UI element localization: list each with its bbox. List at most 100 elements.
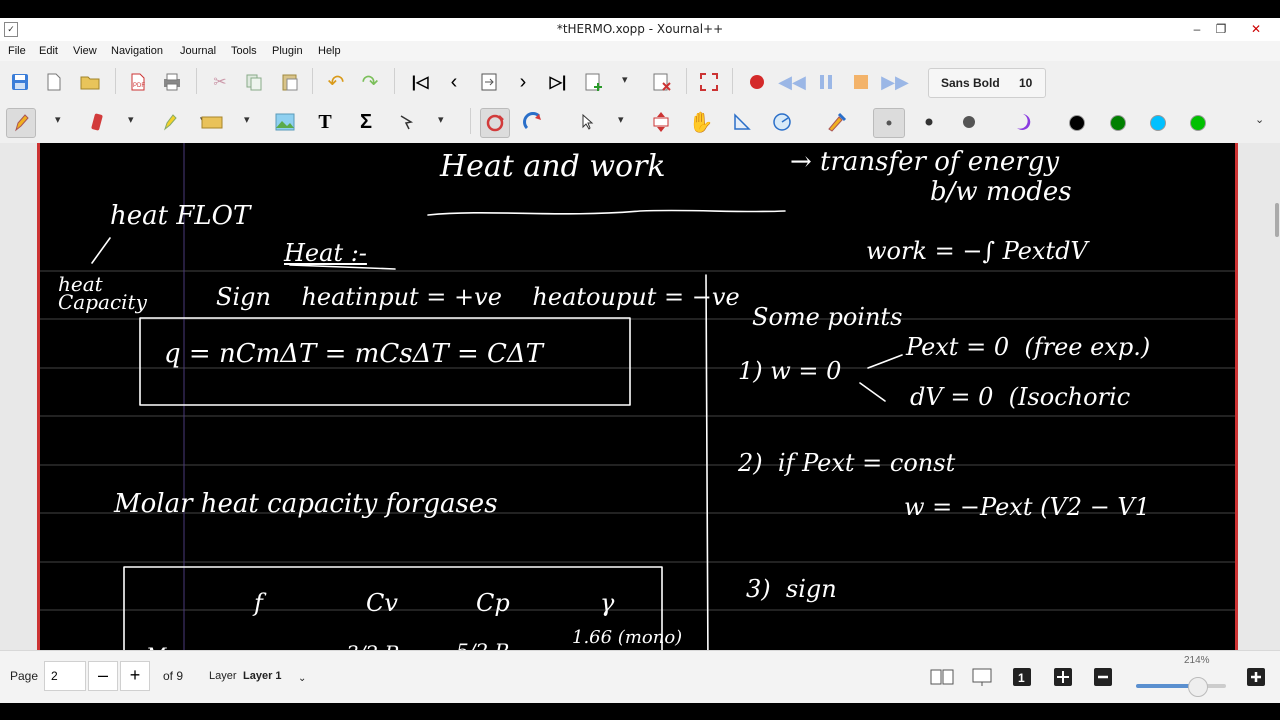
fullscreen-icon[interactable] <box>697 70 721 94</box>
hand-tool-icon[interactable]: ✋ <box>689 110 714 134</box>
zoom-in-icon[interactable] <box>1244 665 1268 689</box>
vertical-space-icon[interactable] <box>649 110 673 134</box>
menu-file[interactable]: File <box>8 45 26 57</box>
maximize-button[interactable]: ❐ <box>1208 18 1234 41</box>
pause-icon[interactable] <box>814 70 838 94</box>
select-dropdown-icon[interactable]: ▾ <box>438 113 444 126</box>
menu-navigation[interactable]: Navigation <box>111 45 163 57</box>
default-tool-icon[interactable] <box>824 110 848 134</box>
text-box-tool-icon[interactable] <box>200 110 224 134</box>
note-sign-line: Sign heatinput = +ve heatouput = −ve <box>216 283 740 311</box>
next-page-icon[interactable]: › <box>511 70 535 94</box>
layer-selector[interactable]: Layer 1 <box>243 670 282 682</box>
color-cyan-swatch[interactable] <box>1150 115 1166 131</box>
font-name: Sans Bold <box>941 76 1000 90</box>
export-pdf-icon[interactable]: PDF <box>126 70 150 94</box>
color-picker-icon[interactable] <box>1011 110 1035 134</box>
menu-help[interactable]: Help <box>318 45 341 57</box>
cursor-icon[interactable] <box>575 110 599 134</box>
zoom-100-icon[interactable]: 1 <box>1010 665 1034 689</box>
new-document-icon[interactable] <box>42 70 66 94</box>
pen-dropdown-icon[interactable]: ▾ <box>55 113 61 126</box>
font-selector[interactable]: Sans Bold 10 <box>928 68 1046 98</box>
title-bar: ✓ *tHERMO.xopp - Xournal++ – ❐ ✕ <box>0 18 1280 42</box>
svg-text:1: 1 <box>1018 671 1025 685</box>
shape-recognizer-icon[interactable] <box>480 108 510 138</box>
menu-edit[interactable]: Edit <box>39 45 58 57</box>
note-heat-capacity: heat Capacity <box>58 272 147 314</box>
rewind-icon[interactable]: ◀◀ <box>778 70 806 94</box>
page-label: Page <box>10 669 39 683</box>
note-point2b: w = −Pext (V2 − V1 <box>904 493 1151 521</box>
menu-view[interactable]: View <box>73 45 97 57</box>
close-button[interactable]: ✕ <box>1243 18 1269 41</box>
menu-bar: File Edit View Navigation Journal Tools … <box>0 41 1280 61</box>
new-page-icon[interactable] <box>582 70 606 94</box>
journal-page[interactable]: Heat and work → transfer of energy b/w m… <box>37 143 1238 668</box>
stop-icon[interactable] <box>849 70 873 94</box>
compass-icon[interactable] <box>770 110 794 134</box>
record-icon[interactable] <box>745 70 769 94</box>
new-page-dropdown-icon[interactable]: ▾ <box>622 73 628 86</box>
print-icon[interactable] <box>160 70 184 94</box>
zoom-fit-icon[interactable] <box>1051 665 1075 689</box>
previous-page-icon[interactable]: ‹ <box>442 70 466 94</box>
goto-page-icon[interactable] <box>477 70 501 94</box>
color-black-swatch[interactable] <box>1069 115 1085 131</box>
menu-tools[interactable]: Tools <box>231 45 257 57</box>
eraser-dropdown-icon[interactable]: ▾ <box>128 113 134 126</box>
window-title: *tHERMO.xopp - Xournal++ <box>556 22 724 36</box>
select-tool-icon[interactable] <box>395 110 419 134</box>
page-increment-button[interactable]: + <box>120 661 150 691</box>
eraser-tool-icon[interactable] <box>85 110 109 134</box>
last-page-icon[interactable]: ▷| <box>546 70 570 94</box>
main-toolbar: PDF ✂ ↶ ↷ |◁ ‹ › ▷| ▾ ◀◀ ▶▶ Sans Bold 10 <box>0 62 1280 100</box>
text-box-dropdown-icon[interactable]: ▾ <box>244 113 250 126</box>
zoom-slider-handle[interactable] <box>1188 677 1208 697</box>
undo-icon[interactable]: ↶ <box>324 70 348 94</box>
first-page-icon[interactable]: |◁ <box>408 70 432 94</box>
color-lightgreen-swatch[interactable] <box>1190 115 1206 131</box>
pen-tool-icon[interactable] <box>6 108 36 138</box>
cursor-dropdown-icon[interactable]: ▾ <box>618 113 624 126</box>
text-tool-icon[interactable]: T <box>313 110 337 134</box>
table-header-cv: Cv <box>366 589 398 617</box>
menu-plugin[interactable]: Plugin <box>272 45 303 57</box>
paste-icon[interactable] <box>278 70 302 94</box>
cut-icon[interactable]: ✂ <box>208 70 232 94</box>
table-header-cp: Cp <box>476 589 510 617</box>
page-number-input[interactable]: 2 <box>44 661 86 691</box>
zoom-out-icon[interactable] <box>1091 665 1115 689</box>
color-green-swatch[interactable] <box>1110 115 1126 131</box>
delete-page-icon[interactable] <box>650 70 674 94</box>
minimize-button[interactable]: – <box>1184 18 1210 41</box>
document-canvas[interactable]: Heat and work → transfer of energy b/w m… <box>0 143 1280 668</box>
fast-forward-icon[interactable]: ▶▶ <box>881 70 909 94</box>
latex-tool-icon[interactable]: Σ <box>354 110 378 134</box>
table-header-gamma: γ <box>600 589 615 617</box>
font-size: 10 <box>1019 76 1033 90</box>
image-tool-icon[interactable] <box>273 110 297 134</box>
presentation-mode-icon[interactable] <box>970 665 994 689</box>
layer-label: Layer <box>209 670 237 682</box>
redo-icon[interactable]: ↷ <box>358 70 382 94</box>
note-arrow-text: → transfer of energy <box>790 147 1060 177</box>
ruler-icon[interactable] <box>730 110 754 134</box>
copy-icon[interactable] <box>242 70 266 94</box>
svg-text:PDF: PDF <box>133 83 145 89</box>
table-header-f: f <box>254 589 263 617</box>
open-folder-icon[interactable] <box>78 70 102 94</box>
note-point1a: 1) w = 0 <box>738 357 842 385</box>
medium-line-icon[interactable] <box>917 110 941 134</box>
page-decrement-button[interactable]: – <box>88 661 118 691</box>
highlighter-tool-icon[interactable] <box>158 110 182 134</box>
thick-line-icon[interactable] <box>957 110 981 134</box>
ruler-snap-icon[interactable] <box>521 110 545 134</box>
layer-dropdown-icon[interactable]: ⌄ <box>298 673 306 684</box>
menu-journal[interactable]: Journal <box>180 45 216 57</box>
dual-page-icon[interactable] <box>930 665 954 689</box>
save-icon[interactable] <box>8 70 32 94</box>
thin-line-icon[interactable] <box>873 108 905 138</box>
vertical-scrollbar[interactable] <box>1275 203 1279 237</box>
toolbar-overflow-icon[interactable]: ⌄ <box>1255 113 1264 126</box>
